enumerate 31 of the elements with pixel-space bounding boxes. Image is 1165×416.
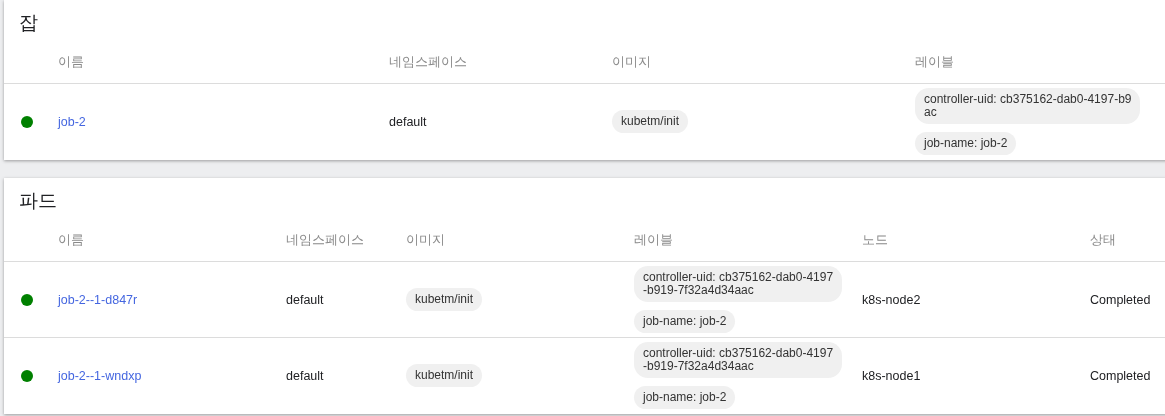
label-chip: controller-uid: cb375162-dab0-4197 -b919-7f32a4d34aac [634, 266, 843, 302]
column-header: 이름 [58, 230, 84, 249]
column-header: 레이블 [915, 52, 954, 71]
column-header: 레이블 [634, 230, 673, 249]
column-header: 상태 [1090, 230, 1116, 249]
namespace-text: default [286, 368, 324, 383]
node-text: k8s-node1 [862, 368, 921, 383]
node-text: k8s-node2 [862, 292, 921, 307]
job-link[interactable]: job-2--1-wndxp [58, 368, 142, 383]
job-link[interactable]: job-2 [58, 114, 86, 129]
image-chip: kubetm/init [612, 110, 689, 133]
column-header: 이름 [58, 52, 84, 71]
status-text: Completed [1090, 292, 1151, 307]
label-chip: controller-uid: cb375162-dab0-4197 -b919-7f32a4d34aac [634, 342, 843, 378]
column-header: 네임스페이스 [389, 52, 467, 71]
column-header: 노드 [862, 230, 888, 249]
section-title: 파드 [18, 189, 58, 213]
column-header: 네임스페이스 [286, 230, 364, 249]
column-header: 이미지 [612, 52, 651, 71]
namespace-text: default [286, 292, 324, 307]
job-link[interactable]: job-2--1-d847r [58, 292, 138, 307]
label-chip: job-name: job-2 [915, 132, 1017, 155]
column-header: 이미지 [406, 230, 445, 249]
image-chip: kubetm/init [406, 288, 483, 311]
image-chip: kubetm/init [406, 364, 483, 387]
label-chip: job-name: job-2 [634, 310, 736, 333]
label-chip: controller-uid: cb375162-dab0-4197-b9 ac [915, 88, 1141, 124]
status-text: Completed [1090, 368, 1151, 383]
label-chip: job-name: job-2 [634, 386, 736, 409]
section-title: 잡 [18, 11, 39, 35]
namespace-text: default [389, 114, 427, 129]
